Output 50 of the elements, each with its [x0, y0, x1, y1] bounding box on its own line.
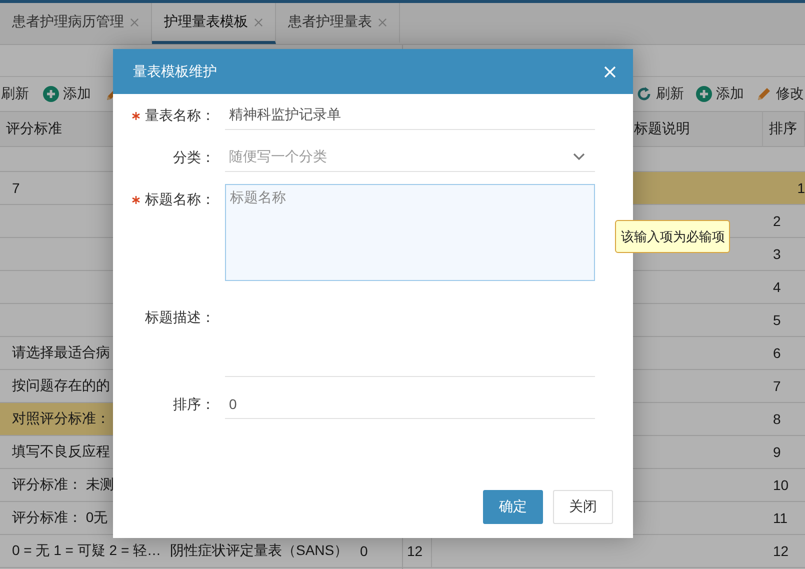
text-area[interactable]: 标题名称 [225, 184, 595, 281]
table-cell: 9 [773, 444, 781, 460]
table-cell: 评分标准： 0无 [12, 509, 108, 527]
confirm-button[interactable]: 确定 [483, 490, 543, 524]
toolbar-button[interactable]: 修改 [756, 85, 804, 103]
table-cell: 评分标准： 未测 [12, 476, 114, 494]
close-icon[interactable] [378, 18, 387, 26]
tab[interactable]: 患者护理量表 [276, 3, 400, 44]
tab[interactable]: 护理量表模板 [152, 3, 276, 44]
table-cell: 0 = 无 1 = 可疑 2 = 轻… [12, 542, 160, 560]
table-cell: 3 [773, 246, 781, 262]
table-cell: 2 [773, 213, 781, 229]
field-label: 排序： [173, 396, 215, 414]
add-icon [43, 86, 59, 102]
table-cell: 11 [773, 510, 788, 526]
table-cell: 12 [773, 543, 789, 559]
toolbar-button[interactable]: 刷新 [636, 85, 684, 103]
table-cell: 12 [407, 543, 423, 559]
table-cell: 填写不良反应程 [12, 443, 110, 461]
table-cell: 请选择最适合病 [12, 344, 110, 362]
field-label: 分类： [173, 149, 215, 167]
column-header: 排序 [763, 112, 805, 146]
table-cell: 5 [773, 312, 781, 328]
close-button[interactable]: 关闭 [553, 490, 613, 524]
table-cell: 10 [773, 477, 789, 493]
field-label: 标题描述： [145, 309, 215, 327]
table-cell: 对照评分标准： [12, 410, 110, 428]
table-cell: 按问题存在的的 [12, 377, 110, 395]
table-cell: 0 [360, 543, 368, 559]
required-icon [132, 196, 140, 204]
required-icon [132, 112, 140, 120]
refresh-icon [636, 86, 652, 102]
table-cell: 6 [773, 345, 781, 361]
close-icon[interactable] [130, 18, 139, 26]
dialog-title: 量表模板维护 [133, 62, 217, 80]
table-cell: 7 [773, 378, 781, 394]
table-cell: 4 [773, 279, 781, 295]
toolbar-button[interactable]: 添加 [696, 85, 744, 103]
chevron-down-icon [573, 152, 585, 160]
pencil-icon [756, 86, 772, 102]
add-icon [696, 86, 712, 102]
table-cell: 8 [773, 411, 781, 427]
error-tooltip: 该输入项为必输项 [615, 220, 730, 253]
table-cell: 7 [12, 180, 20, 196]
toolbar-button[interactable]: 刷新 [1, 85, 29, 103]
close-icon[interactable] [254, 18, 263, 26]
field-label: 标题名称： [145, 191, 215, 209]
table-cell: 1 [797, 180, 805, 196]
table-cell: 阴性症状评定量表（SANS） [170, 542, 348, 560]
toolbar-button[interactable]: 添加 [43, 85, 91, 103]
